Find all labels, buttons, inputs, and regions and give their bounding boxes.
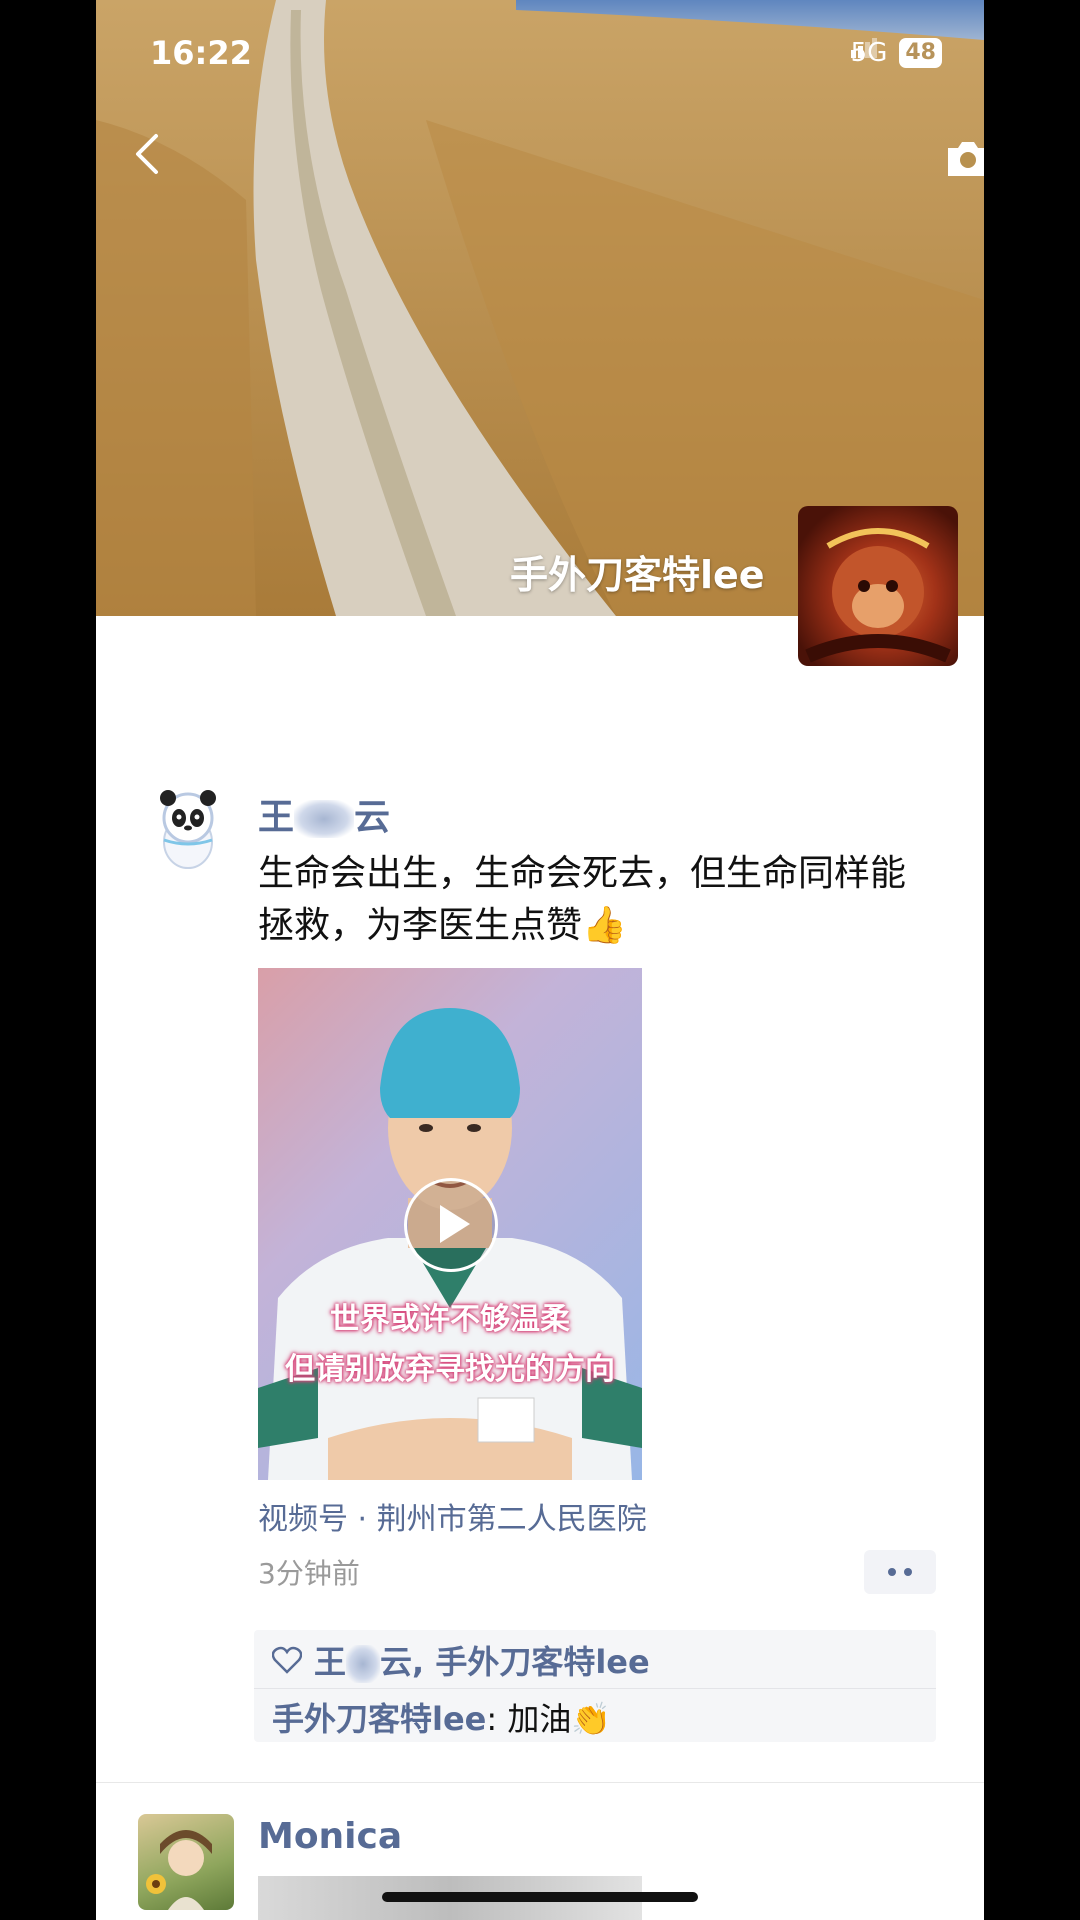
next-author-name[interactable]: Monica — [258, 1816, 402, 1857]
post-text: 生命会出生，生命会死去，但生命同样能拯救，为李医生点赞👍 — [258, 853, 907, 946]
signal-icon — [850, 38, 877, 58]
back-icon — [136, 134, 158, 174]
comment-text: 加油👏 — [507, 1700, 612, 1738]
heart-icon — [272, 1646, 302, 1674]
owner-name[interactable]: 手外刀客特lee — [510, 544, 765, 599]
more-dots-icon[interactable] — [864, 1550, 936, 1594]
video-source-link[interactable]: 视频号 · 荆州市第二人民医院 — [258, 1494, 647, 1538]
girl-with-sunflowers-avatar — [146, 1830, 212, 1910]
like-names[interactable]: 王云, 手外刀客特lee — [314, 1637, 650, 1683]
status-indicators: 5G 48 — [850, 38, 942, 68]
author-name[interactable]: 王云 — [258, 788, 390, 840]
home-indicator[interactable] — [382, 1892, 698, 1902]
moments-screen: 16:22 5G 48 手外刀客特lee 王 云 生命会出生，生命会死去，但生命… — [96, 0, 984, 1920]
divider — [254, 1688, 936, 1689]
author-name-prefix: 王 — [258, 797, 295, 838]
play-icon[interactable] — [404, 1178, 498, 1272]
camera-icon — [948, 142, 984, 176]
like-name-prefix: 王 — [314, 1643, 347, 1681]
next-author-avatar[interactable] — [138, 1814, 234, 1910]
video-card[interactable]: 世界或许不够温柔 但请别放弃寻找光的方向 — [258, 968, 642, 1480]
monkey-king-avatar — [805, 528, 951, 663]
comment-author[interactable]: 手外刀客特lee — [272, 1700, 486, 1738]
comment-separator: : — [486, 1700, 508, 1738]
likes-row: 王云, 手外刀客特lee — [272, 1637, 650, 1683]
owner-avatar[interactable] — [798, 506, 958, 666]
blurred-name-part — [346, 1645, 381, 1683]
comment-item[interactable]: 手外刀客特lee: 加油👏 — [272, 1694, 611, 1740]
like-names-rest: 云, 手外刀客特lee — [380, 1643, 650, 1681]
author-avatar[interactable] — [144, 786, 232, 874]
video-caption-line-1: 世界或许不够温柔 — [330, 1302, 570, 1337]
post-separator — [96, 1782, 984, 1783]
panda-mascot-avatar — [160, 790, 216, 869]
post-time: 3分钟前 — [258, 1557, 360, 1590]
battery-level: 48 — [899, 38, 942, 68]
status-time: 16:22 — [150, 34, 252, 72]
author-name-suffix: 云 — [354, 797, 391, 838]
blurred-name-part — [294, 800, 355, 838]
likes-comments-box: 王云, 手外刀客特lee 手外刀客特lee: 加油👏 — [254, 1630, 936, 1742]
video-caption-line-2: 但请别放弃寻找光的方向 — [285, 1352, 615, 1387]
